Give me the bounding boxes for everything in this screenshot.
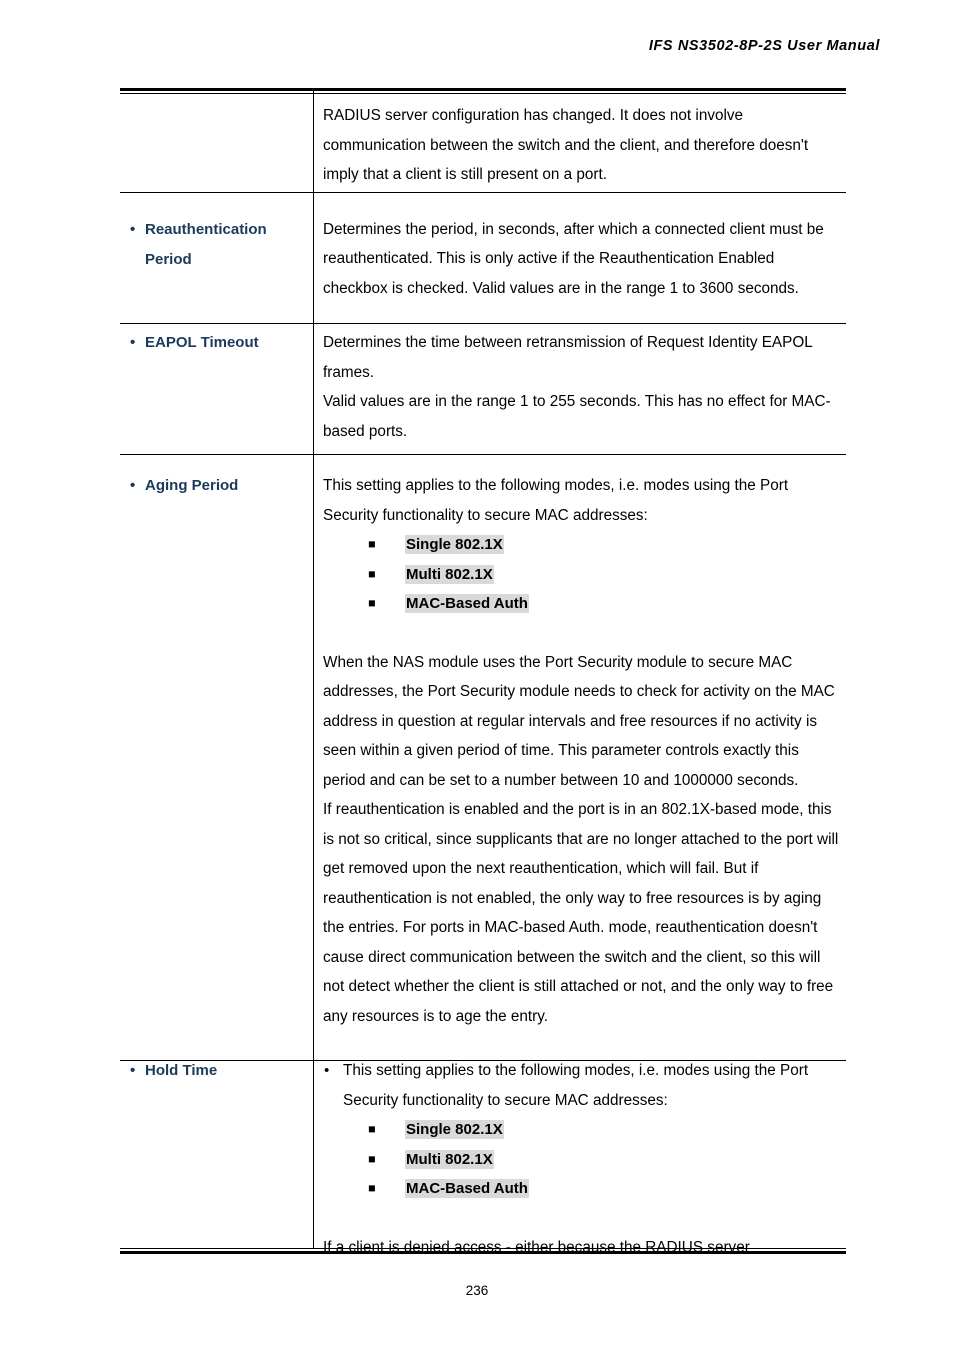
mode-name: Single 802.1X: [405, 535, 504, 554]
round-bullet-icon: •: [324, 1062, 330, 1079]
square-bullet-icon: ■: [368, 596, 376, 610]
parameter-description-cell: This setting applies to the following mo…: [313, 458, 846, 1043]
mode-list: ■ Single 802.1X ■ Multi 802.1X ■ MAC-Bas…: [323, 530, 840, 619]
parameter-label-reauthentication-period: • Reauthentication Period: [128, 215, 303, 275]
list-item: ■ MAC-Based Auth: [323, 589, 840, 619]
table-row: • Reauthentication Period Determines the…: [120, 202, 846, 316]
parameter-label-cell: • Reauthentication Period: [120, 202, 313, 316]
table-row: RADIUS server configuration has changed.…: [120, 88, 846, 202]
page-number: 236: [465, 1283, 489, 1298]
paragraph: If a client is denied access - either be…: [323, 1238, 750, 1256]
mode-list: ■ Single 802.1X ■ Multi 802.1X ■ MAC-Bas…: [323, 1115, 840, 1204]
mode-name: Single 802.1X: [405, 1120, 504, 1139]
parameter-label-text: EAPOL Timeout: [145, 334, 259, 351]
parameter-label-cell: • EAPOL Timeout: [120, 315, 313, 458]
parameter-label-cell: • Aging Period: [120, 458, 313, 1043]
paragraph-intro-bulleted: • This setting applies to the following …: [323, 1056, 840, 1115]
parameter-description-cell: Determines the period, in seconds, after…: [313, 202, 846, 316]
square-bullet-icon: ■: [368, 566, 376, 581]
paragraph: When the NAS module uses the Port Securi…: [323, 653, 835, 789]
paragraph: If reauthentication is enabled and the p…: [323, 801, 839, 1025]
square-bullet-icon: ■: [368, 1181, 376, 1195]
parameter-label-cell: • Hold Time: [120, 1043, 313, 1274]
mode-name: Multi 802.1X: [405, 564, 494, 584]
round-bullet-icon: •: [130, 220, 136, 238]
mode-name: MAC-Based Auth: [405, 1179, 529, 1198]
paragraph: Valid values are in the range 1 to 255 s…: [323, 393, 831, 440]
list-item: ■ Multi 802.1X: [323, 1145, 840, 1175]
list-item: ■ Single 802.1X: [323, 530, 840, 560]
parameter-label-text: Aging Period: [145, 477, 239, 494]
document-page: IFS NS3502-8P-2S User Manual RADIUS serv…: [0, 0, 954, 1350]
paragraph: Determines the period, in seconds, after…: [323, 220, 824, 297]
mode-name: MAC-Based Auth: [405, 594, 529, 613]
parameter-label-aging-period: • Aging Period: [128, 471, 303, 501]
parameter-description-cell: Determines the time between retransmissi…: [313, 315, 846, 458]
mode-name: Multi 802.1X: [405, 1149, 494, 1169]
table-row: • EAPOL Timeout Determines the time betw…: [120, 315, 846, 458]
paragraph-intro-text: This setting applies to the following mo…: [343, 1062, 809, 1109]
round-bullet-icon: •: [130, 477, 136, 494]
parameter-label-text: Hold Time: [145, 1062, 218, 1079]
square-bullet-icon: ■: [368, 1151, 376, 1166]
paragraph: RADIUS server configuration has changed.…: [323, 107, 809, 183]
list-item: ■ MAC-Based Auth: [323, 1174, 840, 1204]
table-row: • Aging Period This setting applies to t…: [120, 458, 846, 1043]
list-item: ■ Single 802.1X: [323, 1115, 840, 1145]
paragraph: Determines the time between retransmissi…: [323, 334, 813, 381]
round-bullet-icon: •: [130, 334, 136, 351]
round-bullet-icon: •: [130, 1062, 136, 1079]
parameter-label-eapol-timeout: • EAPOL Timeout: [128, 328, 303, 358]
parameter-description-cell: • This setting applies to the following …: [313, 1043, 846, 1274]
parameter-label-text: Reauthentication Period: [145, 220, 267, 268]
parameter-description-cell: RADIUS server configuration has changed.…: [313, 88, 846, 202]
parameter-label-hold-time: • Hold Time: [128, 1056, 303, 1086]
square-bullet-icon: ■: [368, 1122, 376, 1136]
parameter-label-cell: [120, 88, 313, 202]
document-header-title: IFS NS3502-8P-2S User Manual: [648, 38, 880, 54]
square-bullet-icon: ■: [368, 537, 376, 551]
list-item: ■ Multi 802.1X: [323, 560, 840, 590]
parameter-description-table: RADIUS server configuration has changed.…: [120, 88, 846, 1274]
paragraph-intro: This setting applies to the following mo…: [323, 477, 789, 524]
table-row: • Hold Time • This setting applies to th…: [120, 1043, 846, 1274]
